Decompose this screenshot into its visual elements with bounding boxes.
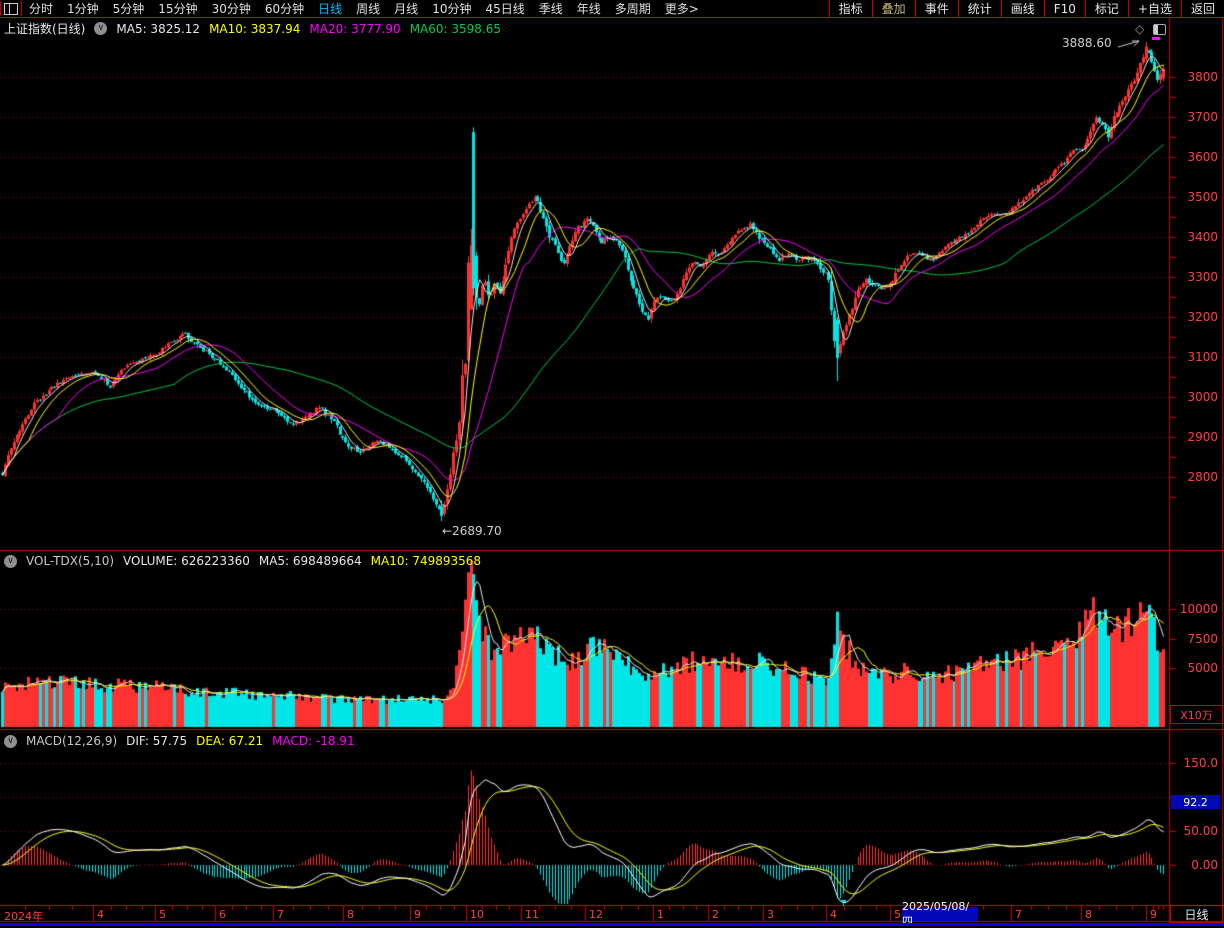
volume-unit-box: X10万 <box>1170 705 1223 724</box>
month-label: 2 <box>712 908 719 921</box>
volume-pane-header: ∨ VOL-TDX(5,10) VOLUME: 626223360 MA5: 6… <box>4 554 481 568</box>
period-high-label: 3888.60 <box>1062 36 1112 50</box>
period-tab-2[interactable]: 5分钟 <box>106 2 152 16</box>
period-tab-12[interactable]: 年线 <box>570 2 608 16</box>
month-label: 12 <box>589 908 603 921</box>
month-label: 10 <box>470 908 484 921</box>
period-tab-5[interactable]: 60分钟 <box>258 2 311 16</box>
period-tab-4[interactable]: 30分钟 <box>205 2 258 16</box>
page-title: 上证指数(日线) <box>4 20 85 37</box>
toolbar-button-7[interactable]: +自选 <box>1128 0 1181 17</box>
dea-value: DEA: 67.21 <box>196 734 263 748</box>
price-tick: 2800 <box>1168 470 1218 484</box>
volume-tick: 5000 <box>1168 661 1218 675</box>
toolbar: 分时1分钟5分钟15分钟30分钟60分钟日线周线月线10分钟45日线季线年线多周… <box>0 0 1224 18</box>
period-tab-11[interactable]: 季线 <box>532 2 570 16</box>
period-tab-3[interactable]: 15分钟 <box>151 2 204 16</box>
price-tick: 2900 <box>1168 430 1218 444</box>
dif-value: DIF: 57.75 <box>126 734 187 748</box>
diamond-marker-icon[interactable]: ◇ <box>1135 22 1144 36</box>
price-tick: 3200 <box>1168 310 1218 324</box>
toolbar-button-4[interactable]: 画线 <box>1001 0 1044 17</box>
period-tab-13[interactable]: 多周期 <box>608 2 658 16</box>
month-label: 5 <box>894 908 901 921</box>
price-tick: 3300 <box>1168 270 1218 284</box>
toolbar-button-3[interactable]: 统计 <box>958 0 1001 17</box>
month-label: 9 <box>1150 908 1157 921</box>
macd-axis-highlight: 92.2 <box>1171 795 1220 809</box>
toolbar-button-8[interactable]: 返回 <box>1181 0 1224 17</box>
bottom-blue-bar <box>0 923 1224 926</box>
period-tab-1[interactable]: 1分钟 <box>60 2 106 16</box>
period-tab-8[interactable]: 月线 <box>387 2 425 16</box>
date-highlight: 2025/05/08/四 <box>902 907 978 921</box>
price-tick: 3600 <box>1168 150 1218 164</box>
price-tick: 3100 <box>1168 350 1218 364</box>
toolbar-periods: 分时1分钟5分钟15分钟30分钟60分钟日线周线月线10分钟45日线季线年线多周… <box>22 0 706 17</box>
period-tab-10[interactable]: 45日线 <box>478 2 531 16</box>
month-label: 4 <box>97 908 104 921</box>
volume-tick: 7500 <box>1168 632 1218 646</box>
macd-tick: 50.00 <box>1168 824 1218 838</box>
collapse-chevron-icon[interactable]: ∨ <box>4 735 17 748</box>
month-label: 6 <box>219 908 226 921</box>
month-label: 7 <box>1015 908 1022 921</box>
month-label: 8 <box>1085 908 1092 921</box>
stock-chart-app: 分时1分钟5分钟15分钟30分钟60分钟日线周线月线10分钟45日线季线年线多周… <box>0 0 1224 928</box>
period-box[interactable]: 日线 <box>1170 905 1223 923</box>
month-label: 3 <box>767 908 774 921</box>
volume-ma10: MA10: 749893568 <box>371 554 481 568</box>
period-tab-7[interactable]: 周线 <box>349 2 387 16</box>
macd-indicator-name: MACD(12,26,9) <box>26 734 117 748</box>
window-layout-icon <box>4 3 18 15</box>
ma10-value: MA10: 3837.94 <box>209 22 300 36</box>
toolbar-button-5[interactable]: F10 <box>1044 0 1085 17</box>
volume-ma5: MA5: 698489664 <box>259 554 362 568</box>
ma20-endpoint-marker <box>1152 37 1160 40</box>
period-tab-6[interactable]: 日线 <box>311 2 349 16</box>
price-tick: 3000 <box>1168 390 1218 404</box>
month-label: 11 <box>525 908 539 921</box>
ma20-value: MA20: 3777.90 <box>309 22 400 36</box>
period-tab-0[interactable]: 分时 <box>22 2 60 16</box>
price-tick: 3400 <box>1168 230 1218 244</box>
toolbar-left: 分时1分钟5分钟15分钟30分钟60分钟日线周线月线10分钟45日线季线年线多周… <box>0 0 706 17</box>
ma60-value: MA60: 3598.65 <box>410 22 501 36</box>
chart-canvas[interactable] <box>0 0 1224 928</box>
toolbar-right: 指标叠加事件统计画线F10标记+自选返回 <box>829 0 1224 17</box>
month-label: 7 <box>277 908 284 921</box>
macd-tick: 0.00 <box>1168 858 1218 872</box>
macd-tick: 150.0 <box>1168 756 1218 770</box>
toolbar-button-2[interactable]: 事件 <box>915 0 958 17</box>
period-tab-9[interactable]: 10分钟 <box>425 2 478 16</box>
collapse-chevron-icon[interactable]: ∨ <box>94 22 107 35</box>
mini-window-icon[interactable] <box>1153 24 1166 35</box>
price-tick: 3800 <box>1168 70 1218 84</box>
month-label: 4 <box>830 908 837 921</box>
month-label: 8 <box>347 908 354 921</box>
volume-tick: 10000 <box>1168 602 1218 616</box>
price-pane-header: 上证指数(日线) ∨ MA5: 3825.12 MA10: 3837.94 MA… <box>4 20 501 37</box>
month-label: 2024年 <box>4 908 43 924</box>
volume-value: VOLUME: 626223360 <box>123 554 250 568</box>
toolbar-button-6[interactable]: 标记 <box>1085 0 1128 17</box>
layout-icon-box[interactable] <box>0 1 22 16</box>
macd-value: MACD: -18.91 <box>272 734 355 748</box>
toolbar-button-1[interactable]: 叠加 <box>872 0 915 17</box>
month-label: 1 <box>657 908 664 921</box>
volume-indicator-name: VOL-TDX(5,10) <box>26 554 114 568</box>
period-low-label: ←2689.70 <box>442 524 502 538</box>
price-tick: 3700 <box>1168 110 1218 124</box>
month-label: 5 <box>159 908 166 921</box>
macd-pane-header: ∨ MACD(12,26,9) DIF: 57.75 DEA: 67.21 MA… <box>4 734 355 748</box>
ma5-value: MA5: 3825.12 <box>116 22 200 36</box>
period-tab-14[interactable]: 更多> <box>658 2 706 16</box>
collapse-chevron-icon[interactable]: ∨ <box>4 555 17 568</box>
toolbar-button-0[interactable]: 指标 <box>829 0 872 17</box>
price-tick: 3500 <box>1168 190 1218 204</box>
month-label: 9 <box>414 908 421 921</box>
